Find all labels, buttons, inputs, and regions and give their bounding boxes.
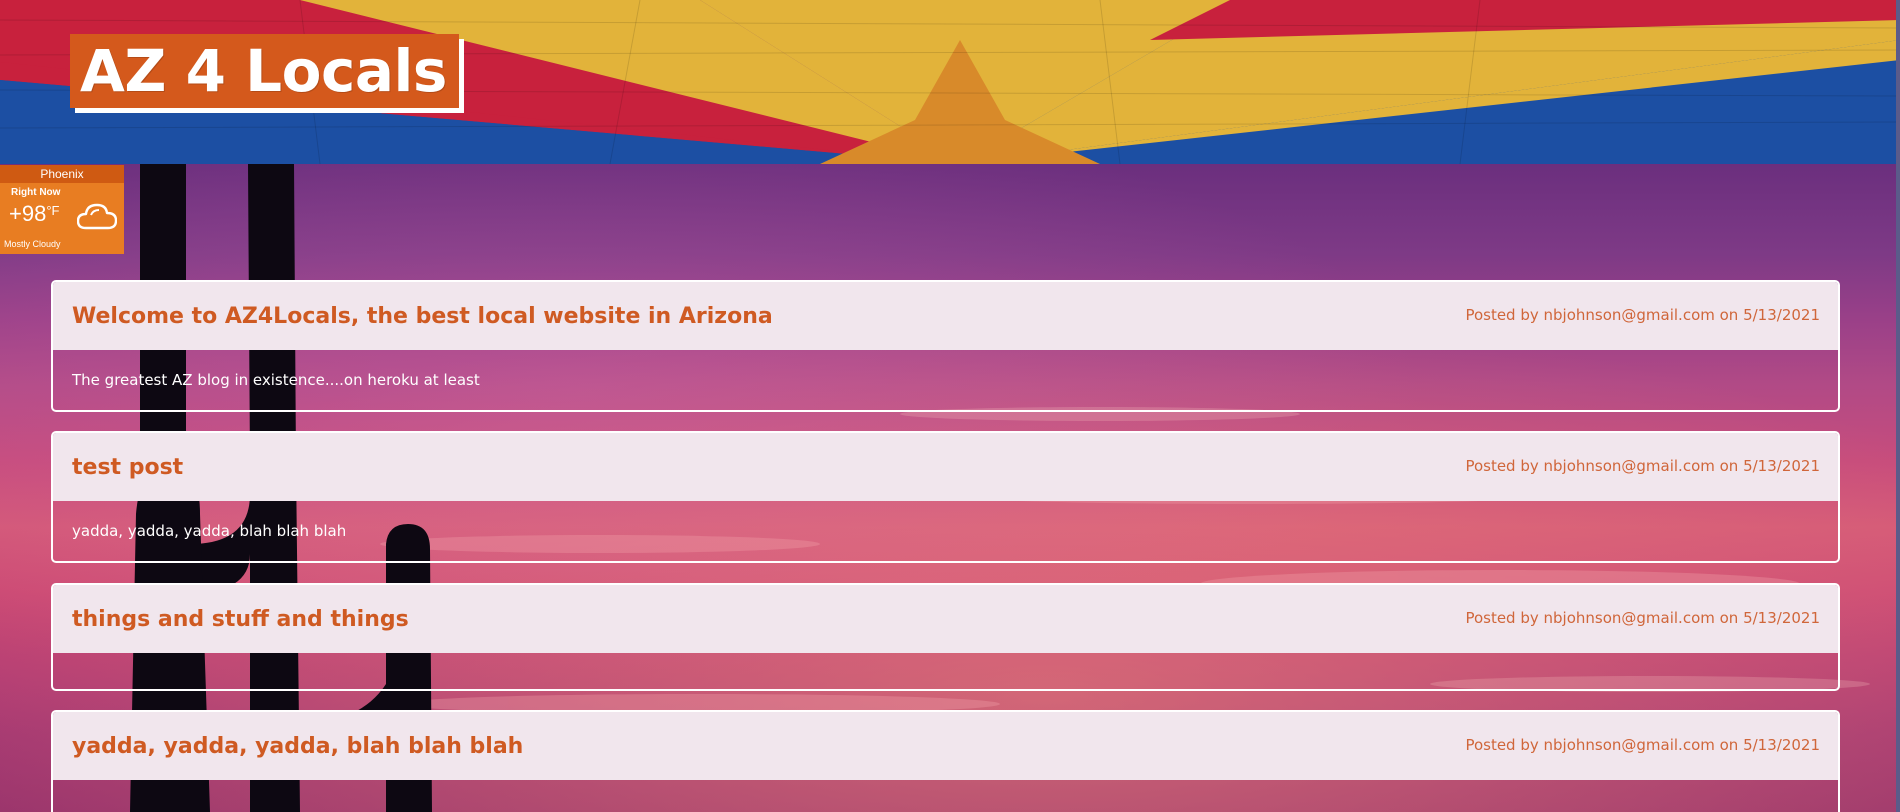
post-title[interactable]: yadda, yadda, yadda, blah blah blah [72,734,523,759]
post-meta: Posted by nbjohnson@gmail.com on 5/13/20… [1465,306,1820,324]
post-body [53,780,1838,812]
post-header: yadda, yadda, yadda, blah blah blah Post… [53,712,1838,780]
post-card[interactable]: yadda, yadda, yadda, blah blah blah Post… [51,710,1840,812]
weather-unit: °F [46,203,60,218]
post-meta: Posted by nbjohnson@gmail.com on 5/13/20… [1465,736,1820,754]
post-body: yadda, yadda, yadda, blah blah blah [72,522,347,540]
post-body: The greatest AZ blog in existence....on … [72,371,480,389]
post-header: Welcome to AZ4Locals, the best local web… [53,282,1838,350]
site-title[interactable]: AZ 4 Locals [70,34,459,108]
cloud-icon [76,201,118,236]
post-header: things and stuff and things Posted by nb… [53,585,1838,653]
post-meta: Posted by nbjohnson@gmail.com on 5/13/20… [1465,457,1820,475]
post-card[interactable]: Welcome to AZ4Locals, the best local web… [51,280,1840,412]
post-meta: Posted by nbjohnson@gmail.com on 5/13/20… [1465,609,1820,627]
weather-city: Phoenix [0,165,124,183]
weather-condition: Mostly Cloudy [4,239,61,249]
post-title[interactable]: things and stuff and things [72,607,409,632]
post-card[interactable]: test post Posted by nbjohnson@gmail.com … [51,431,1840,563]
window-edge [1896,0,1900,812]
weather-temperature: +98°F [9,201,59,227]
post-header: test post Posted by nbjohnson@gmail.com … [53,433,1838,501]
post-body [53,653,1838,689]
post-title[interactable]: test post [72,455,183,480]
weather-temperature-value: +98 [9,201,47,226]
weather-widget[interactable]: Phoenix Right Now +98°F Mostly Cloudy [0,165,124,254]
post-card[interactable]: things and stuff and things Posted by nb… [51,583,1840,691]
site-header: AZ 4 Locals [0,0,1900,164]
weather-label: Right Now [11,187,61,198]
post-title[interactable]: Welcome to AZ4Locals, the best local web… [72,304,773,329]
